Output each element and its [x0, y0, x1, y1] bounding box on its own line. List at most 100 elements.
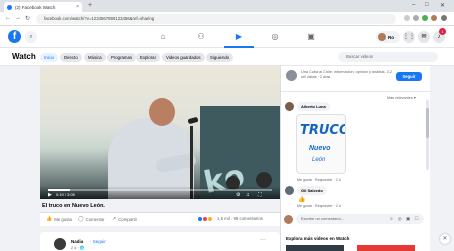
new-tab-button[interactable]: +: [88, 2, 92, 9]
comment-bubble: Gil Salcedo: [297, 186, 327, 195]
facebook-top-nav: f ⌕ ⌂ ⚇ ▶ ◎ ▣ Ro ⋮⋮ ✉ ♪ 1: [0, 26, 454, 48]
address-bar-row: ← → ↻ facebook.com/watch/?v=123456789012…: [0, 12, 454, 26]
avatar[interactable]: [285, 186, 294, 195]
composer-emoji-icons[interactable]: ☺ ◎ ▣ ☐: [389, 214, 420, 224]
volume-icon[interactable]: ♫: [246, 192, 250, 198]
section-title: Explora más videos en Watch: [286, 236, 350, 241]
video-progress-fill: [48, 189, 71, 191]
like-label: Me gusta: [54, 216, 72, 222]
watch-search-input[interactable]: Buscar videos: [338, 52, 438, 62]
page-info: Una Cuba al Chile: información, opinión …: [286, 70, 426, 88]
profile-button[interactable]: Ro: [376, 31, 400, 43]
chip-inicio[interactable]: Inicio: [40, 53, 59, 62]
share-button[interactable]: ↗ Compartir: [112, 216, 137, 222]
post-meta: 2 d · 🌐: [71, 246, 85, 250]
avatar: [378, 33, 386, 41]
share-icon: ↗: [112, 216, 117, 222]
settings-gear-icon[interactable]: ⚙: [236, 192, 240, 198]
home-icon[interactable]: ⌂: [156, 31, 170, 43]
comment-sticker-image: TRUCO Nuevo León: [296, 114, 346, 174]
comments-sort-dropdown[interactable]: Más relevantes ▾: [387, 95, 416, 100]
close-window-button[interactable]: ✕: [440, 2, 445, 9]
post-author-name[interactable]: Nadia: [71, 239, 83, 244]
url-field[interactable]: facebook.com/watch/?v=1234567890123456&r…: [36, 14, 396, 24]
video-action-bar: 👍 Me gusta ◯ Comentar ↗ Compartir 1,5 mil ·…: [40, 212, 280, 226]
comment-text: 👍: [298, 197, 306, 203]
close-tab-icon[interactable]: ×: [76, 4, 79, 10]
back-icon[interactable]: ←: [5, 15, 11, 21]
video-thumbnail[interactable]: [286, 245, 344, 251]
extension-icon[interactable]: [422, 15, 428, 21]
follow-button[interactable]: Seguir: [396, 72, 422, 81]
sticker-text: TRUCO: [300, 123, 346, 138]
profile-avatar-icon[interactable]: [431, 15, 437, 21]
share-label: Compartir: [118, 216, 138, 222]
video-controls: ▶ 0:19 / 3:05 ⚙ ♫ ⛶: [40, 186, 280, 199]
comment-actions[interactable]: Me gusta · Responder · 2 d: [297, 178, 341, 182]
comment-actions[interactable]: Me gusta · Responder · 2 d: [297, 204, 341, 208]
haha-reaction-icon: [207, 216, 213, 222]
browser-tab[interactable]: (2) Facebook Watch ×: [4, 2, 82, 12]
chip-directo[interactable]: Directo: [60, 53, 82, 62]
scrollbar-thumb[interactable]: [426, 108, 429, 138]
chip-explorar[interactable]: Explorar: [136, 53, 161, 62]
reload-icon[interactable]: ↻: [25, 15, 30, 22]
more-watch-section: Explora más videos en Watch: [280, 228, 430, 251]
fullscreen-icon[interactable]: ⛶: [258, 192, 262, 198]
thumbs-up-icon: 👍: [46, 216, 53, 222]
reaction-count[interactable]: 1,5 mil · 98 comentarios: [217, 216, 263, 221]
profile-name: Ro: [388, 34, 394, 40]
video-progress-bar[interactable]: [48, 189, 272, 191]
like-button[interactable]: 👍 Me gusta: [46, 216, 72, 222]
more-options-icon[interactable]: ···: [260, 237, 266, 243]
comment-button[interactable]: ◯ Comentar: [78, 216, 104, 222]
reaction-icons[interactable]: [197, 216, 213, 222]
video-player[interactable]: ko ▶ 0:19 / 3:05 ⚙ ♫ ⛶: [40, 66, 280, 199]
comment-bubble: Alberto Luna: [297, 102, 330, 111]
speaker-head: [149, 98, 175, 126]
video-title: El truco en Nuevo León.: [42, 203, 105, 209]
play-icon[interactable]: ▶: [48, 192, 52, 198]
comment-author[interactable]: Gil Salcedo: [301, 188, 323, 193]
chip-videos-guardados[interactable]: Videos guardados: [162, 53, 205, 62]
bookmark-icon[interactable]: [413, 15, 419, 21]
follow-link[interactable]: · Seguir: [90, 239, 106, 244]
watch-header: Watch Inicio Directo Música Programas Ex…: [0, 48, 454, 66]
maximize-button[interactable]: □: [425, 2, 429, 8]
avatar[interactable]: [54, 238, 66, 250]
comment-author[interactable]: Alberto Luna: [301, 104, 326, 109]
close-icon[interactable]: ✕: [440, 234, 450, 244]
watch-icon[interactable]: ▶: [224, 31, 254, 48]
facebook-logo-icon[interactable]: f: [8, 30, 21, 43]
friends-icon[interactable]: ⚇: [194, 31, 208, 43]
sticker-text: Nuevo: [309, 145, 331, 152]
page-title: Watch: [12, 52, 36, 61]
comment-label: Comentar: [85, 216, 105, 222]
avatar: [284, 215, 293, 224]
extension-icon[interactable]: [404, 15, 410, 21]
tab-title: (2) Facebook Watch: [15, 4, 56, 10]
video-thumbnail[interactable]: [357, 245, 415, 251]
divider: [281, 91, 431, 92]
search-icon[interactable]: ⌕: [25, 31, 37, 43]
menu-grid-icon[interactable]: ⋮⋮: [403, 31, 415, 43]
comment-icon: ◯: [78, 216, 84, 222]
chip-siguiendo[interactable]: Siguiendo: [206, 53, 234, 62]
notification-badge: 1: [439, 28, 446, 35]
groups-icon[interactable]: ◎: [268, 31, 282, 43]
messenger-icon[interactable]: ✉: [418, 31, 430, 43]
gaming-icon[interactable]: ▣: [304, 31, 318, 43]
avatar[interactable]: [285, 102, 294, 111]
page-avatar[interactable]: [286, 70, 297, 81]
facebook-favicon-icon: [7, 4, 12, 10]
forward-icon[interactable]: →: [15, 15, 21, 21]
chip-programas[interactable]: Programas: [107, 53, 137, 62]
next-post-card: Nadia · Seguir 2 d · 🌐 ···: [40, 232, 280, 251]
chip-musica[interactable]: Música: [84, 53, 106, 62]
comment-composer: Escribe un comentario... ☺ ◎ ▣ ☐: [284, 214, 426, 225]
browser-menu-icon[interactable]: [441, 15, 447, 21]
page-description: Una Cuba al Chile: información, opinión …: [301, 70, 392, 79]
sticker-text: León: [312, 157, 326, 163]
minimize-button[interactable]: –: [412, 2, 415, 8]
video-time: 0:19 / 3:05: [56, 192, 75, 197]
